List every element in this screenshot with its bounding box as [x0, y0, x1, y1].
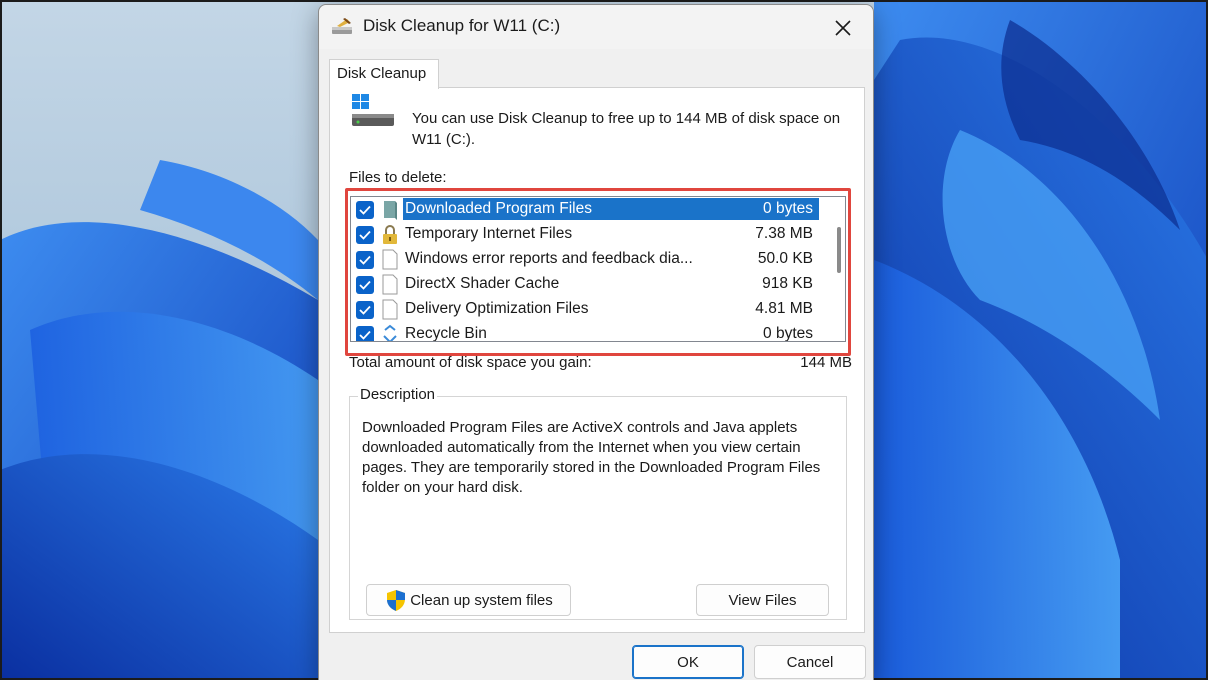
checkmark-icon — [359, 255, 371, 265]
total-gain-label: Total amount of disk space you gain: — [349, 354, 592, 371]
checkmark-icon — [359, 205, 371, 215]
folder-icon — [384, 201, 397, 220]
files-list[interactable]: Downloaded Program Files 0 bytes Tempora… — [350, 196, 846, 342]
item-name: Downloaded Program Files — [403, 198, 819, 220]
ok-button[interactable]: OK — [632, 645, 744, 679]
checkbox[interactable] — [356, 326, 374, 341]
disk-cleanup-dialog: Disk Cleanup for W11 (C:) Disk Cleanup Y… — [318, 4, 874, 680]
checkbox[interactable] — [356, 226, 374, 244]
item-size: 0 bytes — [763, 200, 813, 217]
checkmark-icon — [359, 280, 371, 290]
list-item[interactable]: Windows error reports and feedback dia..… — [351, 247, 845, 272]
item-size: 4.81 MB — [755, 300, 813, 317]
recycle-bin-icon — [383, 324, 397, 341]
item-size: 0 bytes — [763, 325, 813, 342]
list-item[interactable]: Downloaded Program Files 0 bytes — [351, 197, 845, 222]
files-to-delete-label: Files to delete: — [349, 169, 447, 186]
title-bar: Disk Cleanup for W11 (C:) — [319, 5, 873, 49]
description-text: Downloaded Program Files are ActiveX con… — [362, 419, 821, 496]
item-size: 50.0 KB — [757, 250, 813, 267]
checkbox[interactable] — [356, 276, 374, 294]
checkmark-icon — [359, 330, 371, 340]
item-name: DirectX Shader Cache — [405, 275, 560, 292]
total-gain-value: 144 MB — [800, 354, 852, 371]
cancel-button[interactable]: Cancel — [754, 645, 866, 679]
list-item[interactable]: Recycle Bin 0 bytes — [351, 322, 845, 342]
list-item[interactable]: DirectX Shader Cache 918 KB — [351, 272, 845, 297]
file-icon — [382, 249, 398, 270]
checkmark-icon — [359, 230, 371, 240]
list-scrollbar[interactable] — [837, 227, 841, 273]
file-icon — [382, 274, 398, 295]
list-item[interactable]: Temporary Internet Files 7.38 MB — [351, 222, 845, 247]
window-title: Disk Cleanup for W11 (C:) — [363, 16, 561, 35]
description-legend: Description — [358, 386, 438, 403]
view-files-button[interactable]: View Files — [696, 584, 829, 616]
file-icon — [382, 299, 398, 320]
item-size: 918 KB — [762, 275, 813, 292]
checkbox[interactable] — [356, 301, 374, 319]
clean-up-system-files-label: Clean up system files — [410, 591, 553, 609]
item-name: Windows error reports and feedback dia..… — [405, 250, 693, 267]
drive-icon — [352, 94, 394, 126]
tab-disk-cleanup[interactable]: Disk Cleanup — [329, 59, 439, 89]
tab-panel: You can use Disk Cleanup to free up to 1… — [329, 87, 865, 633]
disk-cleanup-app-icon — [332, 18, 352, 34]
list-item[interactable]: Delivery Optimization Files 4.81 MB — [351, 297, 845, 322]
checkbox[interactable] — [356, 201, 374, 219]
intro-text: You can use Disk Cleanup to free up to 1… — [412, 110, 841, 148]
lock-icon — [383, 225, 397, 244]
close-icon — [835, 20, 851, 36]
close-button[interactable] — [819, 9, 867, 47]
description-group: Description Downloaded Program Files are… — [349, 386, 847, 620]
checkmark-icon — [359, 305, 371, 315]
checkbox[interactable] — [356, 251, 374, 269]
item-size: 7.38 MB — [755, 225, 813, 242]
item-name: Recycle Bin — [405, 325, 487, 342]
clean-up-system-files-button[interactable]: Clean up system files — [366, 584, 571, 616]
uac-shield-icon — [387, 590, 406, 611]
